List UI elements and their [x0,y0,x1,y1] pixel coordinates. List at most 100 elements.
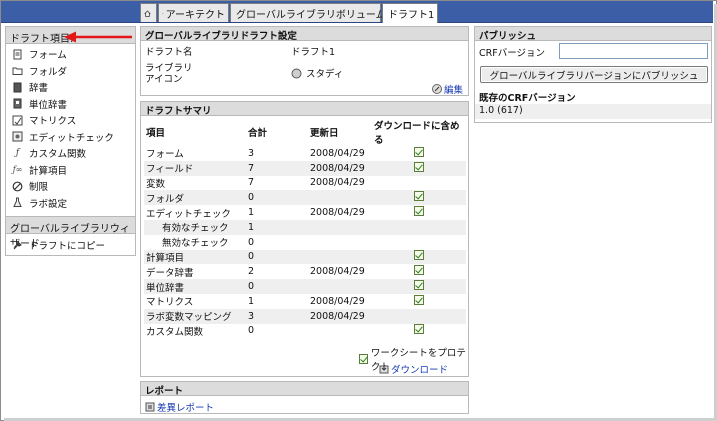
sidebar-item-label: マトリクス [29,116,77,128]
row-item: カスタム関数 [146,326,204,338]
tab-architect[interactable]: アーキテクト [158,3,229,22]
table-row: ラボ変数マッピング 3 2008/04/29 [144,308,466,324]
lab-icon [12,197,23,208]
edit-link[interactable]: 編集 [432,82,463,96]
row-updated: 2008/04/29 [310,207,365,219]
download-link-text[interactable]: ダウンロード [391,362,448,376]
row-total: 0 [248,236,255,248]
crf-version-input[interactable] [559,43,708,59]
row-total: 0 [248,325,255,337]
row-include-download [372,264,466,279]
row-total: 7 [248,177,255,189]
crf-version-label: CRFバージョン [479,48,546,59]
summary-header-row: 項目 合計 更新日 ダウンロードに含める [144,118,466,146]
row-include-download [372,205,466,220]
unit-dictionary-icon [12,98,23,109]
sidebar-item-restriction[interactable]: 制限 [6,178,135,195]
protect-worksheet-checkbox[interactable] [359,354,368,364]
sidebar-item-custom-function[interactable]: ƒ カスタム関数 [6,145,135,162]
include-download-checkbox[interactable] [414,250,424,261]
row-include-download [372,324,466,339]
publish-title: パブリッシュ [475,27,711,42]
row-total: 1 [246,219,308,235]
draft-name-label: ドラフト名 [145,47,193,58]
include-download-checkbox[interactable] [414,146,424,157]
draft-settings-title: グローバルライブラリドラフト設定 [141,27,468,42]
include-download-checkbox[interactable] [414,161,424,172]
row-total: 0 [246,279,308,294]
sidebar-item-label: カスタム関数 [29,149,87,161]
table-row: 有効なチェック 1 [144,219,466,235]
row-total: 0 [246,249,308,265]
custom-function-icon: ƒ [15,148,20,159]
row-include-download [372,146,466,161]
draft-name-value: ドラフト1 [291,47,336,58]
table-row: カスタム関数 0 [144,324,466,339]
row-item: 有効なチェック [144,219,246,235]
annotation-arrow-icon [64,31,132,43]
row-item: エディットチェック [146,208,231,220]
sidebar-item-label: 計算項目 [29,165,68,177]
include-download-checkbox[interactable] [414,265,424,276]
row-updated [308,219,372,235]
row-include-download [372,249,466,265]
row-item: 計算項目 [144,249,246,265]
tab-draft[interactable]: ドラフト1 [382,3,438,23]
table-row: フォーム 3 2008/04/29 [144,146,466,161]
sidebar-item-folder[interactable]: フォルダ [6,63,135,80]
row-item: 単位辞書 [144,279,246,294]
existing-crf-value: 1.0 (617) [475,104,711,119]
row-updated: 2008/04/29 [310,295,365,307]
sidebar-item-matrix[interactable]: マトリクス [6,112,135,129]
include-download-checkbox[interactable] [414,191,424,202]
table-row: フィールド 7 2008/04/29 [144,160,466,176]
report-title: レポート [141,382,468,397]
column-header-include-download: ダウンロードに含める [374,121,460,146]
row-updated [308,279,372,294]
table-row: データ辞書 2 2008/04/29 [144,264,466,279]
sidebar-item-derivation[interactable]: ƒ∞ 計算項目 [6,162,135,179]
row-item: フィールド [144,160,246,176]
sidebar-item-lab[interactable]: ラボ設定 [6,195,135,212]
download-icon [379,364,389,374]
edit-link-text[interactable]: 編集 [444,82,463,96]
table-row: 無効なチェック 0 [144,235,466,250]
tab-global-library[interactable]: グローバルライブラリボリューム1 [230,3,392,22]
row-updated: 2008/04/29 [310,266,365,278]
sidebar-item-dictionary[interactable]: 辞書 [6,79,135,96]
report-icon [145,402,155,412]
include-download-checkbox[interactable] [414,294,424,305]
tab-architect-label: アーキテクト [165,9,225,21]
include-download-checkbox[interactable] [414,206,424,217]
row-item: フォーム [146,149,184,161]
row-total: 2 [248,266,255,278]
include-download-checkbox[interactable] [414,280,424,291]
publish-button[interactable]: グローバルライブラリバージョンにパブリッシュ [480,66,708,83]
row-item: 変数 [146,178,166,190]
sidebar-item-form[interactable]: フォーム [6,46,135,63]
row-total: 7 [246,160,308,176]
sidebar-item-unit-dictionary[interactable]: 単位辞書 [6,96,135,113]
row-total: 1 [248,207,255,219]
sidebar-item-label: フォーム [29,50,67,62]
row-updated: 2008/04/29 [310,177,365,189]
row-updated: 2008/04/29 [308,160,372,176]
difference-report-link[interactable]: 差異レポート [145,400,214,414]
row-include-download [372,294,466,309]
folder-icon [12,65,23,76]
derivation-icon: ƒ∞ [12,165,23,175]
difference-report-text[interactable]: 差異レポート [157,400,214,414]
row-item: 無効なチェック [162,238,229,250]
download-link[interactable]: ダウンロード [379,362,448,376]
tab-draft-label: ドラフト1 [388,10,435,21]
include-download-checkbox[interactable] [414,324,424,335]
draft-summary-panel: ドラフトサマリ 項目 合計 更新日 ダウンロードに含める フォーム 3 2008/0… [140,101,469,377]
row-updated: 2008/04/29 [310,147,365,159]
tab-home[interactable] [140,3,157,22]
sidebar-item-edit-check[interactable]: エディットチェック [6,129,135,146]
architect-icon [162,12,164,14]
matrix-icon [12,115,23,126]
copy-icon [12,240,23,251]
row-include-download [372,190,466,206]
report-panel: レポート 差異レポート [140,381,469,414]
